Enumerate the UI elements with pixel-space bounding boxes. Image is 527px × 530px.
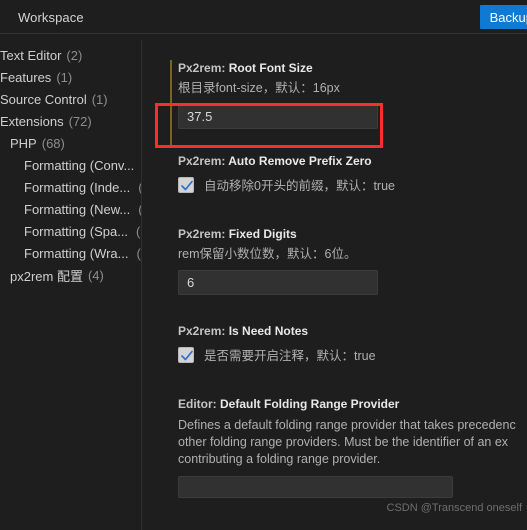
setting-title-prefix: Px2rem: — [178, 154, 229, 168]
settings-list: Px2rem: Root Font Size 根目录font-size，默认：1… — [142, 34, 527, 530]
sidebar-item-count: (1) — [56, 69, 73, 85]
setting-title-name: Default Folding Range Provider — [220, 397, 400, 411]
sidebar-item-count: (4) — [87, 267, 104, 283]
setting-root-font-size: Px2rem: Root Font Size 根目录font-size，默认：1… — [142, 34, 527, 146]
setting-fixed-digits: Px2rem: Fixed Digits rem保留小数位数，默认：6位。 — [142, 194, 527, 295]
root-font-size-input[interactable] — [178, 104, 378, 129]
sidebar-item-php[interactable]: PHP (68) — [0, 132, 141, 154]
sidebar-item-formatting-spa[interactable]: Formatting (Spa... (21) — [0, 220, 141, 242]
sidebar-item-label: Source Control — [0, 91, 87, 107]
sidebar-item-count: (1) — [91, 91, 108, 107]
tab-workspace[interactable]: Workspace — [0, 0, 98, 34]
setting-description-line: other folding range providers. Must be t… — [178, 435, 509, 449]
setting-title-prefix: Px2rem: — [178, 227, 229, 241]
sidebar-item-label: px2rem 配置 — [10, 268, 83, 284]
is-need-notes-row[interactable]: 是否需要开启注释，默认：true — [178, 345, 527, 364]
sidebar-item-label: Formatting (Conv... — [24, 157, 135, 173]
checkmark-icon — [181, 350, 193, 360]
setting-title: Px2rem: Auto Remove Prefix Zero — [178, 153, 527, 169]
sidebar-item-formatting-conv[interactable]: Formatting (Conv... (2) — [0, 154, 141, 176]
setting-title: Px2rem: Fixed Digits — [178, 226, 527, 242]
sidebar-item-count: (2) — [66, 47, 83, 63]
setting-description: Defines a default folding range provider… — [178, 417, 527, 468]
setting-title-name: Auto Remove Prefix Zero — [228, 154, 372, 168]
sidebar-item-label: Features — [0, 69, 52, 85]
auto-remove-prefix-zero-row[interactable]: 自动移除0开头的前缀，默认：true — [178, 175, 527, 194]
sidebar-item-label: PHP — [10, 135, 37, 151]
fixed-digits-input[interactable] — [178, 270, 378, 295]
sidebar-item-label: Formatting (Inde... — [24, 179, 131, 195]
sidebar-item-count: (68) — [41, 135, 65, 151]
sidebar-item-label: Formatting (Wra... — [24, 245, 129, 261]
setting-title-name: Fixed Digits — [228, 227, 297, 241]
setting-title: Editor: Default Folding Range Provider — [178, 396, 527, 412]
setting-default-folding-range-provider: Editor: Default Folding Range Provider D… — [142, 364, 527, 498]
sidebar-item-label: Formatting (New... — [24, 201, 131, 217]
watermark-text: CSDN @Transcend oneself — [386, 502, 522, 514]
sidebar-item-label: Text Editor — [0, 47, 62, 63]
setting-auto-remove-prefix-zero: Px2rem: Auto Remove Prefix Zero 自动移除0开头的… — [142, 129, 527, 194]
setting-title: Px2rem: Is Need Notes — [178, 323, 527, 339]
setting-title-prefix: Px2rem: — [178, 324, 229, 338]
sidebar-item-formatting-inde[interactable]: Formatting (Inde... (1) — [0, 176, 141, 198]
settings-tab-strip: Workspace — [0, 0, 98, 34]
sidebar-item-text-editor[interactable]: Text Editor (2) — [0, 44, 141, 66]
setting-description: 根目录font-size，默认：16px — [178, 81, 340, 95]
sidebar-item-formatting-wra[interactable]: Formatting (Wra... (28) — [0, 242, 141, 264]
sidebar-item-count: (72) — [68, 113, 92, 129]
sidebar-item-px2rem-config[interactable]: px2rem 配置 (4) — [0, 264, 141, 286]
setting-description-line: Defines a default folding range provider… — [178, 418, 516, 432]
is-need-notes-checkbox[interactable] — [178, 346, 194, 363]
header-bar: Workspace Backup an — [0, 0, 527, 34]
setting-checkbox-label: 自动移除0开头的前缀，默认：true — [204, 179, 395, 193]
default-folding-range-provider-dropdown[interactable] — [178, 476, 453, 498]
setting-title-prefix: Editor: — [178, 397, 220, 411]
setting-is-need-notes: Px2rem: Is Need Notes 是否需要开启注释，默认：true — [142, 295, 527, 364]
tab-workspace-label: Workspace — [18, 9, 84, 25]
setting-description-line: contributing a folding range provider. — [178, 452, 381, 466]
sidebar-item-source-control[interactable]: Source Control (1) — [0, 88, 141, 110]
sidebar-item-label: Formatting (Spa... — [24, 223, 129, 239]
sidebar-item-features[interactable]: Features (1) — [0, 66, 141, 88]
sidebar-item-extensions[interactable]: Extensions (72) — [0, 110, 141, 132]
setting-checkbox-label: 是否需要开启注释，默认：true — [204, 349, 376, 363]
settings-toc-sidebar[interactable]: Text Editor (2) Features (1) Source Cont… — [0, 34, 141, 530]
setting-title-name: Is Need Notes — [228, 324, 309, 338]
setting-title: Px2rem: Root Font Size — [178, 60, 527, 76]
setting-title-name: Root Font Size — [228, 61, 313, 75]
backup-and-sync-settings-button[interactable]: Backup an — [479, 5, 527, 29]
setting-title-prefix: Px2rem: — [178, 61, 229, 75]
sidebar-item-label: Extensions — [0, 113, 64, 129]
auto-remove-prefix-zero-checkbox[interactable] — [178, 176, 194, 193]
checkmark-icon — [181, 180, 193, 190]
sidebar-item-formatting-new[interactable]: Formatting (New... (9) — [0, 198, 141, 220]
setting-description: rem保留小数位数，默认：6位。 — [178, 247, 357, 261]
